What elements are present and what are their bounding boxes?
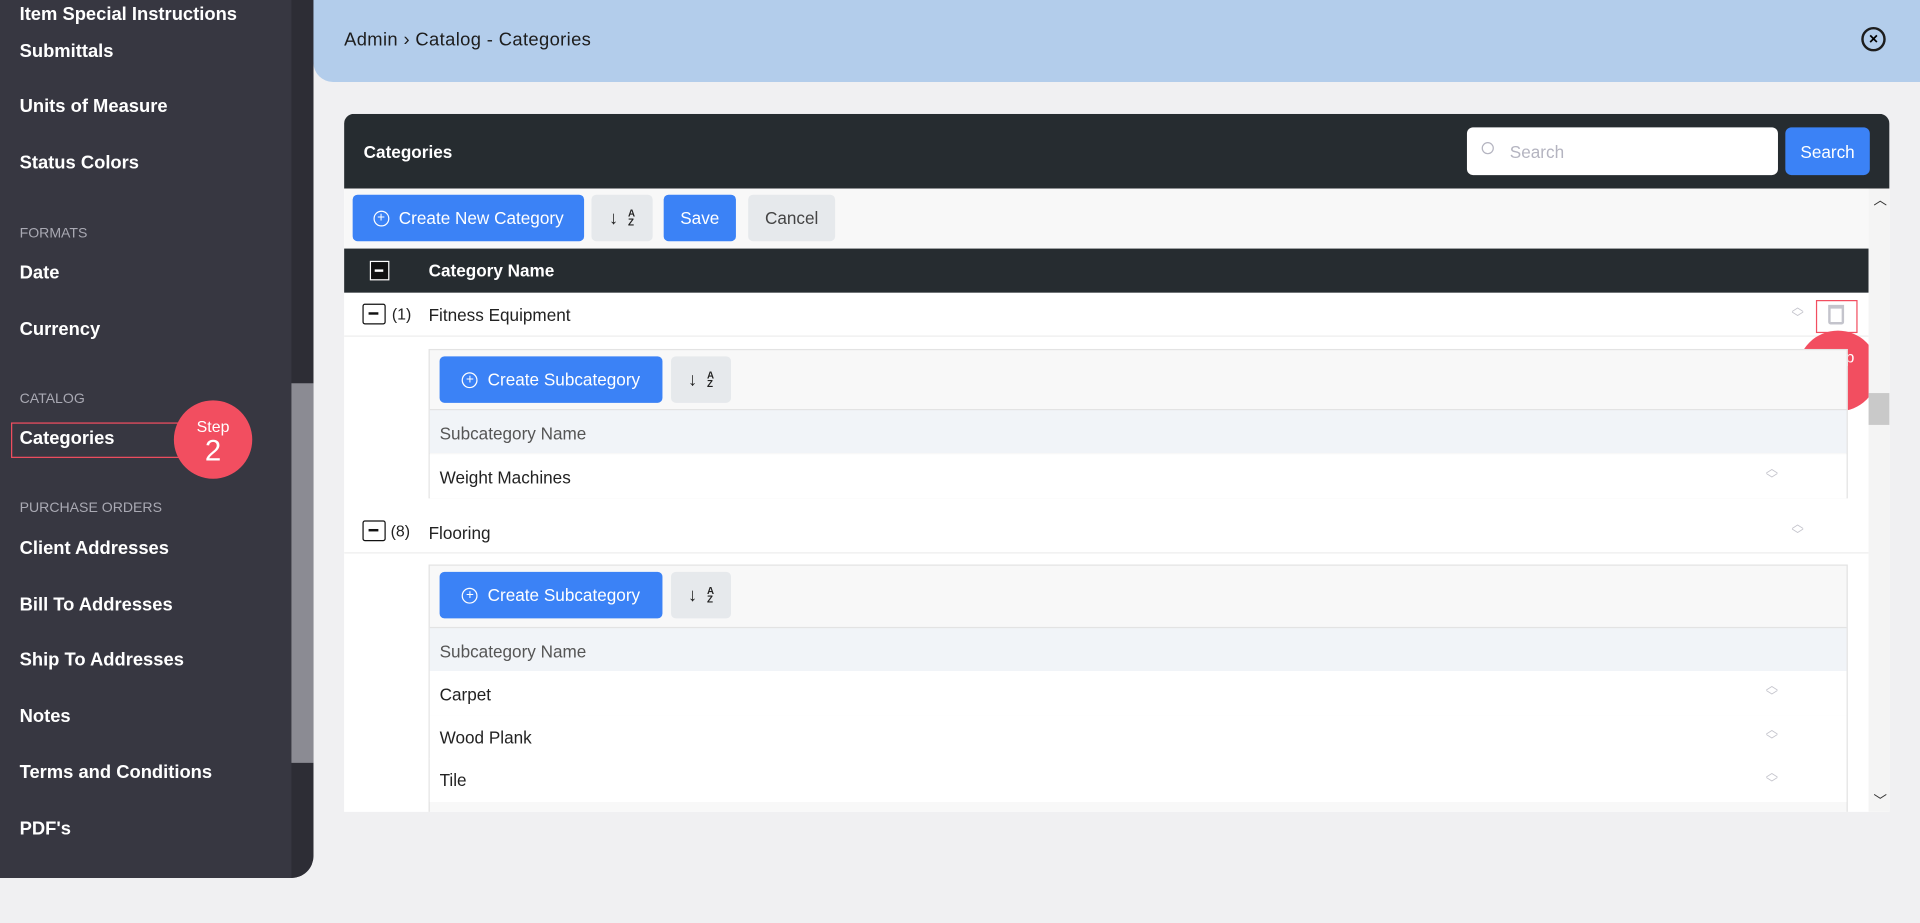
panel-scrollbar[interactable] — [1868, 188, 1890, 812]
sort-az-icon[interactable]: ↓ A Z — [671, 571, 732, 619]
column-subcategory-name: Subcategory Name — [439, 641, 587, 662]
step-label: Step — [196, 417, 230, 436]
sidebar: Item Special Instructions Submittals Uni… — [0, 0, 314, 878]
sidebar-item-ship-to-addresses[interactable]: Ship To Addresses — [20, 650, 184, 671]
create-subcategory-button[interactable]: + Create Subcategory — [439, 356, 663, 403]
subcategory-row: Tile ︿ ﹀ — [429, 757, 1847, 803]
subcategory-name[interactable]: Tile — [440, 770, 467, 790]
create-new-category-button[interactable]: + Create New Category — [352, 194, 585, 242]
plus-circle-icon: + — [461, 587, 478, 604]
save-button[interactable]: Save — [663, 194, 736, 242]
sidebar-item-submittals[interactable]: Submittals — [20, 41, 114, 62]
section-purchase-orders: PURCHASE ORDERS — [19, 500, 163, 516]
drag-handle-icon[interactable]: ︿ ﹀ — [1765, 463, 1780, 488]
sidebar-item-client-addresses[interactable]: Client Addresses — [20, 538, 169, 559]
breadcrumb: Admin › Catalog - Categories — [344, 29, 591, 50]
category-name[interactable]: Fitness Equipment — [429, 305, 571, 325]
panel-scrollbar-thumb[interactable] — [1868, 393, 1890, 425]
subcategory-name[interactable]: Weight Machines — [440, 468, 571, 488]
sort-az-icon[interactable]: ↓ A Z — [671, 356, 732, 403]
search-input[interactable] — [1466, 127, 1778, 176]
drag-handle-icon[interactable]: ︿ ﹀ — [1790, 519, 1805, 543]
subcategory-name[interactable]: Carpet — [440, 684, 491, 704]
subcategory-row: Weight Machines ︿ ﹀ — [429, 454, 1847, 499]
sidebar-scrollbar-thumb[interactable] — [291, 383, 314, 763]
sidebar-item-categories[interactable]: Categories — [20, 428, 115, 449]
panel-title: Categories — [363, 142, 453, 162]
table-header — [344, 248, 1869, 293]
scroll-up-icon[interactable]: ︿ — [1873, 190, 1886, 210]
cancel-button[interactable]: Cancel — [748, 194, 836, 242]
button-label: Create Subcategory — [487, 369, 641, 390]
sidebar-item-item-special-instructions[interactable]: Item Special Instructions — [20, 4, 237, 25]
step-2-badge: Step 2 — [173, 400, 253, 479]
subcategory-panel: + Create Subcategory ↓ A Z Subcategory Name… — [428, 564, 1848, 812]
sidebar-item-notes[interactable]: Notes — [20, 706, 71, 727]
subcategory-row: Wood Plank ︿ ﹀ — [429, 715, 1847, 760]
button-label: Create Subcategory — [487, 585, 641, 605]
search-icon — [1481, 142, 1494, 155]
subcategory-header: Subcategory Name — [429, 408, 1847, 454]
drag-handle-icon[interactable]: ︿ ﹀ — [1765, 724, 1780, 749]
breadcrumb-current: Catalog - Categories — [415, 29, 592, 51]
plus-circle-icon: + — [373, 210, 390, 226]
step-number: 2 — [204, 435, 222, 469]
sidebar-item-currency[interactable]: Currency — [20, 319, 101, 340]
column-subcategory-name: Subcategory Name — [439, 423, 587, 444]
section-formats: FORMATS — [19, 226, 88, 242]
subcategory-panel: + Create Subcategory ↓ A Z Subcategory Name… — [428, 348, 1848, 499]
sidebar-item-status-colors[interactable]: Status Colors — [20, 152, 139, 173]
sort-az-icon[interactable]: ↓ A Z — [591, 194, 653, 242]
subcategory-count: (1) — [391, 304, 412, 324]
collapse-all-checkbox[interactable] — [369, 260, 390, 281]
sidebar-item-bill-to-addresses[interactable]: Bill To Addresses — [20, 594, 173, 615]
section-catalog: CATALOG — [19, 391, 85, 407]
category-name[interactable]: Flooring — [429, 523, 491, 543]
subcategory-name[interactable]: Wood Plank — [440, 727, 532, 747]
table-row — [344, 293, 1869, 337]
drag-handle-icon[interactable]: ︿ ﹀ — [1765, 767, 1780, 792]
search-button[interactable]: Search — [1785, 127, 1870, 176]
button-label: Create New Category — [398, 208, 564, 228]
collapse-toggle[interactable] — [362, 520, 386, 542]
close-circle-icon[interactable]: × — [1861, 26, 1886, 52]
column-category-name: Category Name — [428, 260, 555, 281]
sidebar-item-date[interactable]: Date — [20, 263, 60, 284]
subcategory-count: (8) — [390, 521, 411, 541]
subcategory-row: Carpet ︿ ﹀ — [429, 671, 1847, 716]
create-subcategory-button[interactable]: + Create Subcategory — [439, 571, 663, 619]
trash-icon[interactable] — [1828, 304, 1845, 325]
collapse-toggle[interactable] — [362, 303, 386, 325]
plus-circle-icon: + — [461, 371, 478, 388]
sidebar-item-units-of-measure[interactable]: Units of Measure — [20, 96, 168, 117]
scroll-down-icon[interactable]: ﹀ — [1873, 791, 1886, 811]
categories-panel: Categories Search + Create New Category ↓… — [344, 113, 1890, 812]
sidebar-item-pdfs[interactable]: PDF's — [20, 819, 71, 840]
drag-handle-icon[interactable]: ︿ ﹀ — [1790, 302, 1805, 326]
subcategory-header: Subcategory Name — [429, 626, 1847, 672]
sidebar-item-terms-and-conditions[interactable]: Terms and Conditions — [20, 762, 213, 783]
breadcrumb-separator: › — [403, 29, 410, 51]
breadcrumb-admin[interactable]: Admin — [344, 29, 398, 50]
table-row — [344, 509, 1869, 554]
drag-handle-icon[interactable]: ︿ ﹀ — [1765, 680, 1780, 705]
